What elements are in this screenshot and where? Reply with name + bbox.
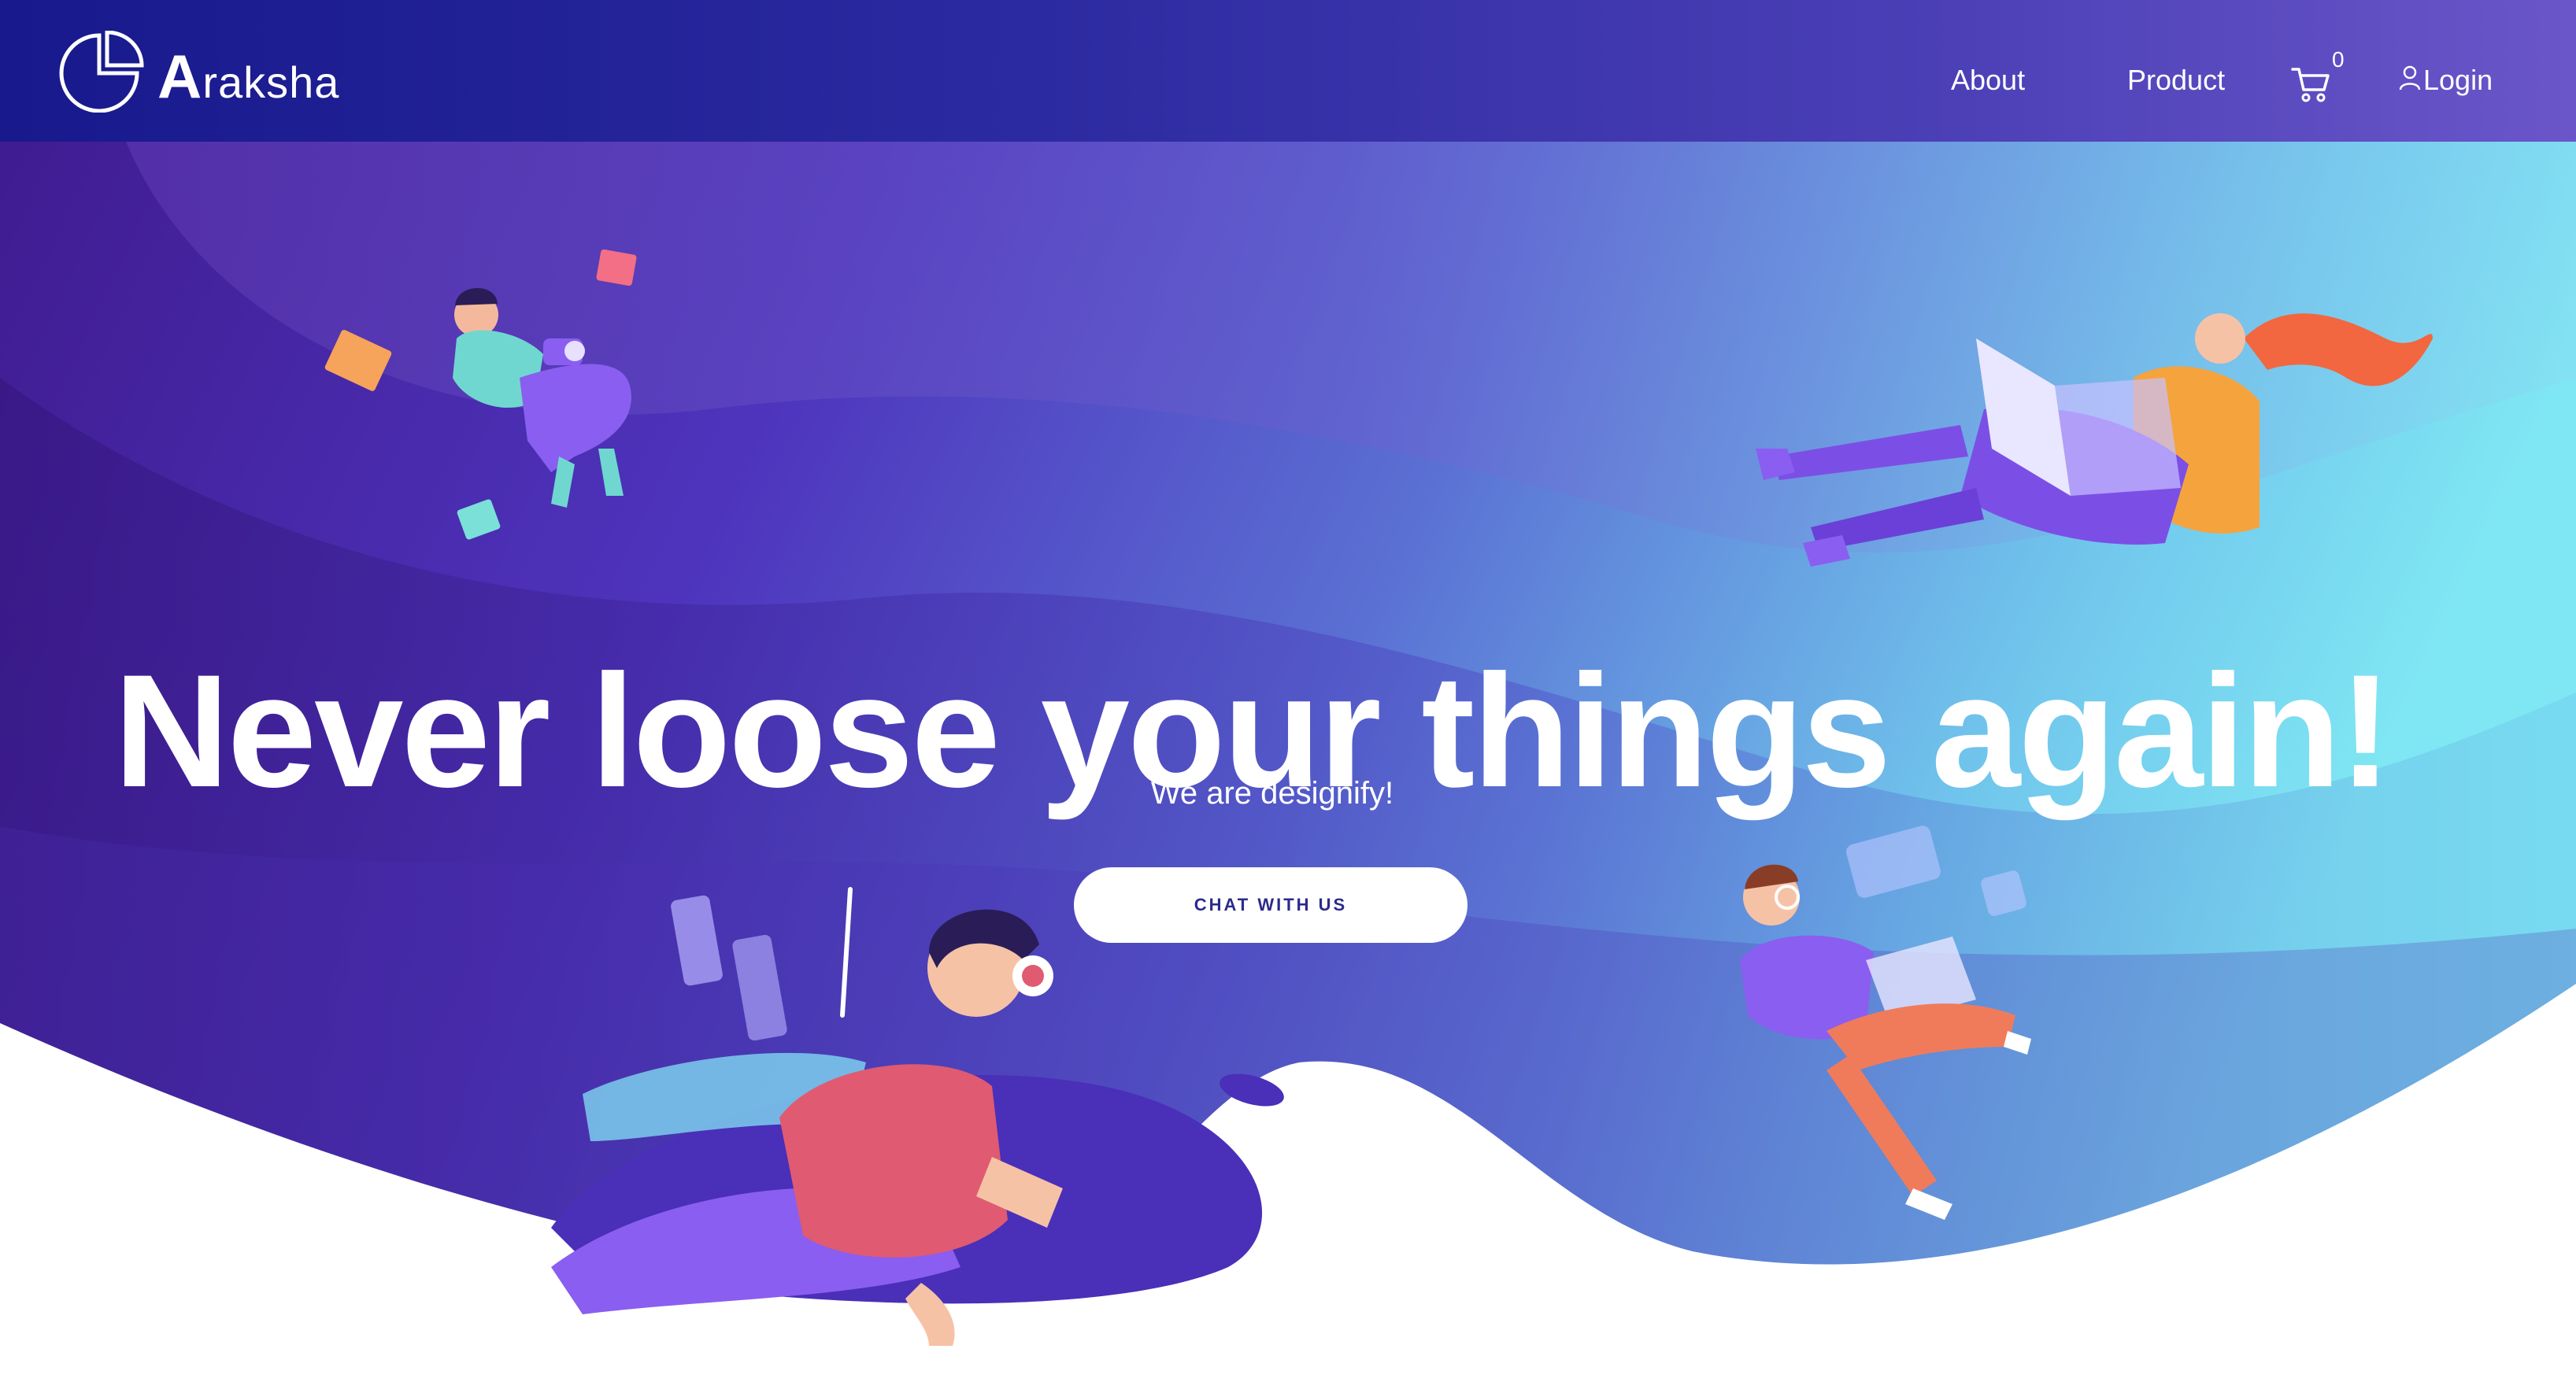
nav-link-about[interactable]: About — [1951, 66, 2025, 94]
landing-page: Araksha About Product 0 Login Never loos… — [0, 0, 2576, 1382]
user-icon — [2399, 65, 2421, 91]
chat-with-us-button[interactable]: CHAT WITH US — [1074, 867, 1468, 943]
floating-person-code-illustration — [1740, 826, 2031, 1220]
shopping-cart-icon — [2291, 68, 2330, 102]
navbar: Araksha About Product 0 Login — [0, 0, 2576, 142]
login-link[interactable]: Login — [2398, 66, 2493, 94]
floating-person-laptop-illustration — [1756, 313, 2433, 567]
pie-chart-logo-icon — [59, 31, 144, 113]
hero-subheadline: We are designify! — [1150, 776, 1394, 811]
cart-button[interactable] — [2291, 65, 2330, 108]
brand-logo[interactable]: Araksha — [58, 28, 339, 115]
floating-person-camera-illustration — [324, 249, 637, 540]
brand-name: Araksha — [157, 42, 340, 111]
nav-link-product[interactable]: Product — [2127, 66, 2225, 94]
lounging-person-headphones-illustration — [551, 887, 1063, 1346]
login-label: Login — [2423, 64, 2493, 96]
cart-count-badge: 0 — [2332, 47, 2345, 72]
